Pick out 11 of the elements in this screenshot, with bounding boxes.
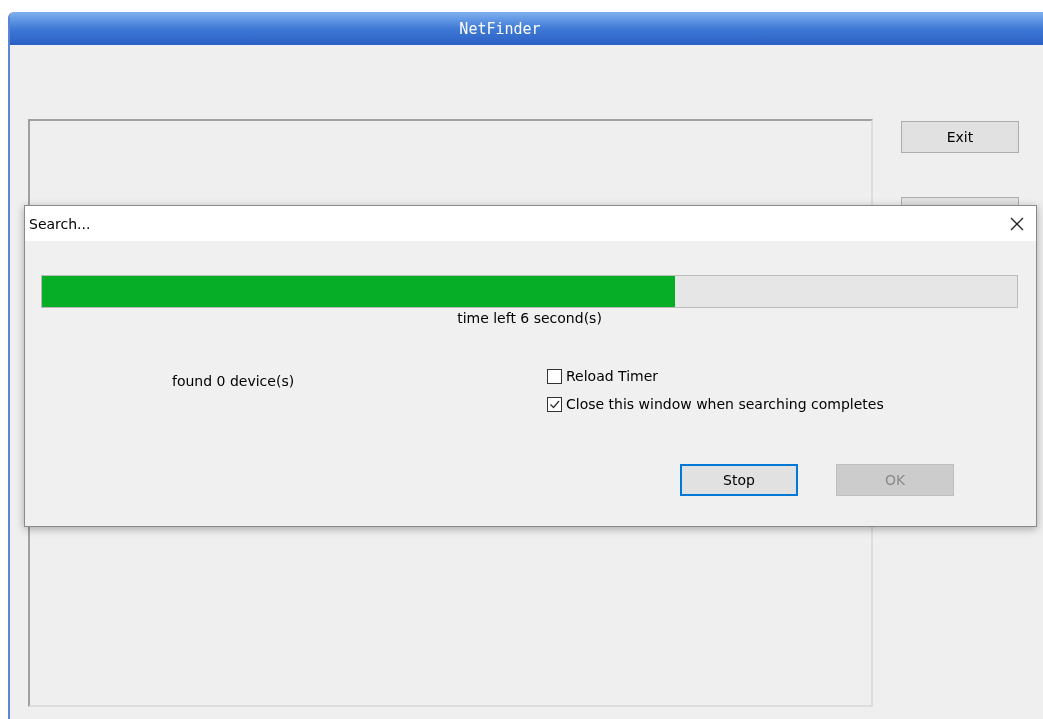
exit-button[interactable]: Exit bbox=[901, 121, 1019, 153]
checkbox[interactable] bbox=[547, 368, 562, 384]
checkbox[interactable] bbox=[547, 396, 562, 412]
checkbox-option[interactable]: Close this window when searching completes bbox=[547, 396, 884, 412]
window-title: NetFinder bbox=[459, 19, 541, 38]
checkbox-option[interactable]: Reload Timer bbox=[547, 368, 884, 384]
close-icon[interactable] bbox=[1010, 216, 1024, 231]
dialog-title: Search... bbox=[29, 215, 91, 232]
time-left-text: time left 6 second(s) bbox=[457, 310, 602, 326]
stop-button[interactable]: Stop bbox=[680, 464, 798, 496]
found-count-text: found 0 device(s) bbox=[172, 372, 296, 391]
